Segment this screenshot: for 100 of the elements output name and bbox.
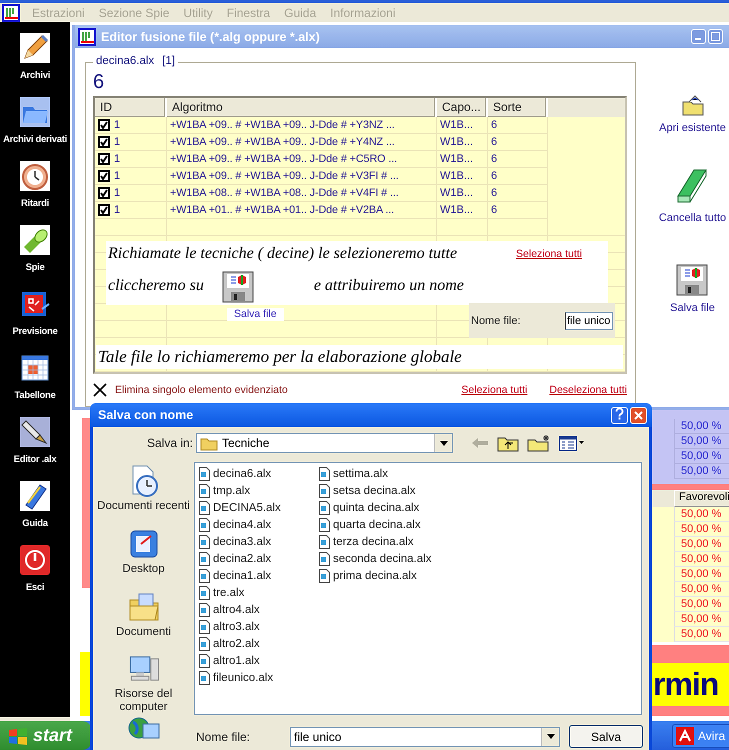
start-button[interactable]: start bbox=[0, 721, 92, 750]
file-item[interactable]: decina4.alx bbox=[198, 516, 318, 533]
table-cell: 1 bbox=[114, 204, 120, 216]
document-icon bbox=[318, 534, 330, 548]
places-item[interactable]: Documenti recenti bbox=[93, 462, 194, 525]
deselect-all-link[interactable]: Deseleziona tutti bbox=[549, 384, 627, 396]
minimize-button[interactable] bbox=[691, 29, 706, 44]
checkbox[interactable] bbox=[98, 204, 110, 216]
file-item[interactable]: altro2.alx bbox=[198, 635, 318, 652]
table-cell: W1B... bbox=[437, 185, 488, 202]
flashlight-icon bbox=[20, 225, 50, 255]
table-cell: 1 bbox=[114, 119, 120, 131]
checkbox[interactable] bbox=[98, 153, 110, 165]
sidebar-item[interactable]: Esci bbox=[0, 542, 70, 606]
power-icon bbox=[20, 545, 50, 575]
select-all-link[interactable]: Seleziona tutti bbox=[461, 384, 528, 396]
document-icon bbox=[318, 552, 330, 566]
document-icon bbox=[198, 586, 210, 600]
select-all-link[interactable]: Seleziona tutti bbox=[516, 248, 582, 260]
table-cell: W1B... bbox=[437, 134, 488, 151]
table-cell: 50,00 % bbox=[674, 464, 729, 479]
file-name-field[interactable]: file unico bbox=[565, 312, 613, 330]
caret-icon bbox=[546, 734, 554, 739]
sidebar-item[interactable]: Ritardi bbox=[0, 158, 70, 222]
checkbox[interactable] bbox=[98, 119, 110, 131]
file-name-field[interactable]: file unico bbox=[290, 726, 560, 746]
sidebar-item[interactable]: Editor .alx bbox=[0, 414, 70, 478]
close-button[interactable] bbox=[630, 406, 647, 424]
document-icon bbox=[318, 500, 330, 514]
instruction-text: Richiamate le tecniche ( decine) le selezioneremo tutte bbox=[108, 245, 458, 263]
document-icon bbox=[198, 636, 210, 650]
app-logo-icon bbox=[78, 28, 96, 46]
delete-cross-icon bbox=[93, 383, 107, 397]
sidebar-item[interactable]: Tabellone bbox=[0, 350, 70, 414]
file-item[interactable]: quinta decina.alx bbox=[318, 499, 432, 516]
check-icon bbox=[100, 206, 108, 214]
file-item[interactable]: seconda decina.alx bbox=[318, 550, 432, 567]
document-icon bbox=[198, 466, 210, 480]
toolbar-button[interactable]: Cancella tutto bbox=[658, 166, 726, 256]
maximize-icon bbox=[711, 32, 720, 41]
file-item[interactable]: tre.alx bbox=[198, 584, 318, 601]
delete-item-label: Elimina singolo elemento evidenziato bbox=[115, 384, 288, 396]
file-item[interactable]: altro1.alx bbox=[198, 652, 318, 669]
table-cell: +W1BA +09.. # +W1BA +09.. J-Dde # +V3FI # ... bbox=[167, 168, 437, 185]
toolbar-button[interactable]: Salva file bbox=[670, 256, 715, 346]
file-item[interactable]: terza decina.alx bbox=[318, 533, 432, 550]
places-item[interactable]: Documenti bbox=[93, 588, 194, 651]
table-cell: 50,00 % bbox=[674, 552, 729, 567]
sidebar-item[interactable]: Spie bbox=[0, 222, 70, 286]
table-cell: 6 bbox=[488, 151, 548, 168]
toolbar-button[interactable]: Apri esistente bbox=[659, 76, 726, 166]
checkbox[interactable] bbox=[98, 170, 110, 182]
column-header: Sorte bbox=[488, 98, 548, 117]
instruction-text: Tale file lo richiameremo per la elaborazione globale bbox=[96, 345, 623, 369]
places-item[interactable]: Desktop bbox=[93, 525, 194, 588]
table-cell: 6 bbox=[488, 134, 548, 151]
file-item[interactable]: setsa decina.alx bbox=[318, 482, 432, 499]
file-item[interactable]: fileunico.alx bbox=[198, 669, 318, 686]
file-item[interactable]: tmp.alx bbox=[198, 482, 318, 499]
folder-dropdown[interactable]: Tecniche bbox=[196, 433, 453, 453]
table-cell: W1B... bbox=[437, 117, 488, 134]
toolbar-button[interactable] bbox=[527, 434, 551, 452]
file-item[interactable]: decina1.alx bbox=[198, 567, 318, 584]
document-icon bbox=[318, 466, 330, 480]
file-item[interactable]: prima decina.alx bbox=[318, 567, 432, 584]
sidebar-item[interactable]: Archivi derivati bbox=[0, 94, 70, 158]
close-icon bbox=[634, 410, 643, 420]
save-button[interactable]: Salva bbox=[569, 725, 643, 748]
instruction-text: cliccheremo su bbox=[108, 277, 204, 295]
sidebar-item[interactable]: Guida bbox=[0, 478, 70, 542]
document-icon bbox=[198, 484, 210, 498]
document-icon bbox=[198, 500, 210, 514]
checkbox[interactable] bbox=[98, 187, 110, 199]
table-cell: 50,00 % bbox=[674, 612, 729, 627]
file-item[interactable]: quarta decina.alx bbox=[318, 516, 432, 533]
file-item[interactable]: decina6.alx bbox=[198, 465, 318, 482]
file-item[interactable]: altro3.alx bbox=[198, 618, 318, 635]
sidebar-item[interactable]: Archivi bbox=[0, 30, 70, 94]
back-arrow-icon bbox=[471, 437, 489, 449]
toolbar-button[interactable] bbox=[559, 435, 585, 451]
file-item[interactable]: settima.alx bbox=[318, 465, 432, 482]
maximize-button[interactable] bbox=[708, 29, 723, 44]
taskbar-button[interactable]: Avira bbox=[672, 724, 729, 748]
view-menu-icon bbox=[559, 435, 585, 451]
file-item[interactable]: altro4.alx bbox=[198, 601, 318, 618]
instruction-text: e attribuiremo un nome bbox=[314, 277, 464, 295]
help-button[interactable] bbox=[611, 406, 628, 424]
column-header: Capo... bbox=[437, 98, 488, 117]
sidebar-item[interactable]: Previsione bbox=[0, 286, 70, 350]
open-folder-icon bbox=[680, 94, 704, 116]
pen-nib-icon bbox=[20, 417, 50, 447]
table-cell: 50,00 % bbox=[674, 449, 729, 464]
table-cell: 50,00 % bbox=[674, 582, 729, 597]
file-item[interactable]: decina3.alx bbox=[198, 533, 318, 550]
checkbox[interactable] bbox=[98, 136, 110, 148]
places-item[interactable]: Risorse del computer bbox=[93, 651, 194, 714]
file-item[interactable]: decina2.alx bbox=[198, 550, 318, 567]
file-item[interactable]: DECINA5.alx bbox=[198, 499, 318, 516]
document-icon bbox=[198, 670, 210, 684]
check-icon bbox=[100, 121, 108, 129]
